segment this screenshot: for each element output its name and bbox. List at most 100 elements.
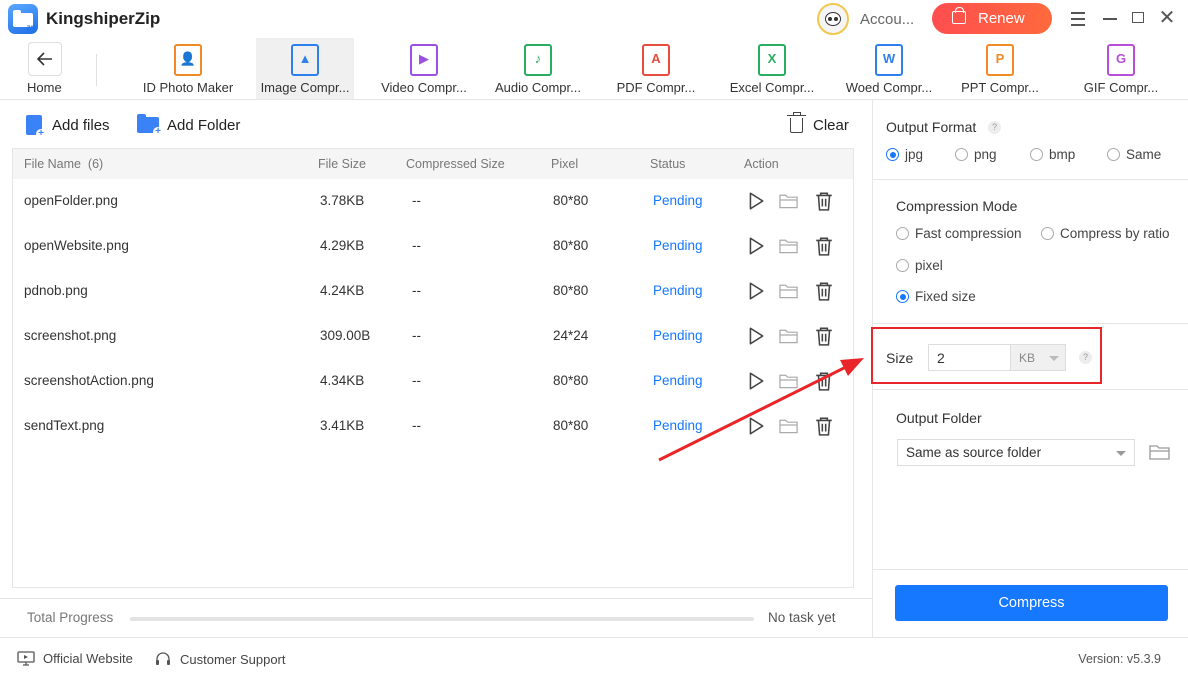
gif-icon: G: [1107, 44, 1135, 76]
header-pixel: Pixel: [551, 157, 579, 171]
shopping-bag-icon: [952, 7, 966, 24]
audio-icon: ♪: [524, 44, 552, 76]
clear-label: Clear: [813, 116, 849, 134]
tab-word[interactable]: W Woed Compr...: [840, 38, 938, 99]
back-arrow-icon: [37, 52, 52, 66]
radio-label: png: [974, 147, 997, 162]
minimize-icon[interactable]: [1100, 8, 1120, 28]
customer-support-label: Customer Support: [180, 651, 286, 667]
account-avatar[interactable]: [817, 3, 849, 35]
pixel-cell: 80*80: [553, 193, 589, 208]
start-icon[interactable]: [746, 281, 766, 301]
status-cell: Pending: [653, 328, 703, 343]
tab-id-photo[interactable]: 👤 ID Photo Maker: [120, 38, 256, 99]
start-icon[interactable]: [746, 326, 766, 346]
file-size-cell: 4.24KB: [320, 283, 365, 298]
app-logo-icon: ZIP: [8, 4, 38, 34]
start-icon[interactable]: [746, 236, 766, 256]
add-folder-button[interactable]: Add Folder: [137, 114, 241, 137]
file-count: (6): [87, 157, 104, 171]
output-format-label: Output Format: [886, 119, 977, 135]
close-icon[interactable]: ✕: [1157, 8, 1177, 28]
tab-audio[interactable]: ♪ Audio Compr...: [488, 38, 588, 99]
output-folder-label: Output Folder: [896, 410, 982, 426]
customer-support-link[interactable]: Customer Support: [154, 651, 286, 667]
output-folder-select[interactable]: Same as source folder: [897, 439, 1135, 466]
file-name-cell: openWebsite.png: [24, 238, 129, 253]
image-icon: ▲: [291, 44, 319, 76]
tab-label: Excel Compr...: [729, 80, 815, 95]
renew-button[interactable]: Renew: [932, 3, 1052, 34]
tab-ppt[interactable]: P PPT Compr...: [952, 38, 1048, 99]
open-folder-icon[interactable]: [779, 326, 799, 346]
radio-icon: [896, 290, 909, 303]
compression-mode-section: Compression Mode Fast compression Compres…: [873, 180, 1188, 324]
mode-option-pixel[interactable]: pixel: [896, 258, 943, 273]
header-action: Action: [744, 157, 779, 171]
delete-icon[interactable]: [814, 191, 834, 211]
home-button[interactable]: [28, 42, 62, 76]
mode-option-compress-by-ratio[interactable]: Compress by ratio: [1041, 226, 1170, 241]
mode-option-fast-compression[interactable]: Fast compression: [896, 226, 1022, 241]
open-folder-icon[interactable]: [779, 281, 799, 301]
annotation-arrow: [658, 358, 864, 462]
headset-icon: [156, 652, 170, 665]
format-option-png[interactable]: png: [955, 147, 997, 162]
section-divider: [873, 389, 1188, 390]
account-label[interactable]: Accou...: [860, 11, 914, 28]
add-files-button[interactable]: Add files: [26, 114, 110, 139]
header-status: Status: [650, 157, 686, 171]
pixel-cell: 80*80: [553, 373, 589, 388]
table-header: File Name (6) File Size Compressed Size …: [13, 149, 853, 179]
tab-pdf[interactable]: A PDF Compr...: [604, 38, 708, 99]
home-label: Home: [27, 80, 62, 95]
compressed-size-cell: --: [412, 328, 421, 343]
delete-icon[interactable]: [814, 236, 834, 256]
mode-option-fixed-size[interactable]: Fixed size: [896, 289, 976, 304]
title-bar: ZIP KingshiperZip Accou... Renew ✕: [0, 0, 1188, 38]
tab-label: PDF Compr...: [616, 80, 696, 95]
progress-track: [130, 617, 754, 621]
menu-icon[interactable]: [1068, 8, 1088, 28]
radio-label: jpg: [905, 147, 924, 162]
delete-icon[interactable]: [814, 281, 834, 301]
word-icon: W: [875, 44, 903, 76]
progress-status: No task yet: [768, 610, 836, 625]
tab-image[interactable]: ▲ Image Compr...: [256, 38, 354, 99]
open-folder-icon[interactable]: [779, 236, 799, 256]
help-icon[interactable]: ?: [988, 121, 1001, 134]
output-format-section: Output Format ? jpg png bmp Same: [873, 100, 1188, 180]
tab-excel[interactable]: X Excel Compr...: [720, 38, 824, 99]
radio-icon: [896, 259, 909, 272]
table-row[interactable]: pdnob.png 4.24KB -- 80*80 Pending: [13, 269, 853, 314]
official-website-label: Official Website: [43, 651, 133, 666]
file-size-cell: 3.41KB: [320, 418, 365, 433]
radio-icon: [955, 148, 968, 161]
header-file-name: File Name (6): [24, 157, 104, 171]
format-option-same[interactable]: Same: [1107, 147, 1161, 162]
official-website-link[interactable]: Official Website: [17, 651, 133, 666]
start-icon[interactable]: [746, 191, 766, 211]
compress-button[interactable]: Compress: [895, 585, 1168, 621]
format-option-bmp[interactable]: bmp: [1030, 147, 1075, 162]
delete-icon[interactable]: [814, 326, 834, 346]
compressed-size-cell: --: [412, 418, 421, 433]
add-files-label: Add files: [52, 116, 110, 134]
table-row[interactable]: openFolder.png 3.78KB -- 80*80 Pending: [13, 179, 853, 224]
format-option-jpg[interactable]: jpg: [886, 147, 923, 162]
tab-label: ID Photo Maker: [142, 80, 234, 95]
add-folder-label: Add Folder: [167, 116, 241, 134]
tab-gif[interactable]: G GIF Compr...: [1073, 38, 1169, 99]
file-size-cell: 4.29KB: [320, 238, 365, 253]
table-row[interactable]: openWebsite.png 4.29KB -- 80*80 Pending: [13, 224, 853, 269]
maximize-icon[interactable]: [1128, 8, 1148, 28]
browse-folder-icon[interactable]: [1149, 444, 1171, 461]
clear-button[interactable]: Clear: [787, 111, 849, 136]
radio-icon: [886, 148, 899, 161]
pdf-icon: A: [642, 44, 670, 76]
tab-video[interactable]: ▶ Video Compr...: [368, 38, 480, 99]
radio-icon: [1041, 227, 1054, 240]
status-cell: Pending: [653, 193, 703, 208]
open-folder-icon[interactable]: [779, 191, 799, 211]
tab-label: Video Compr...: [381, 80, 467, 95]
